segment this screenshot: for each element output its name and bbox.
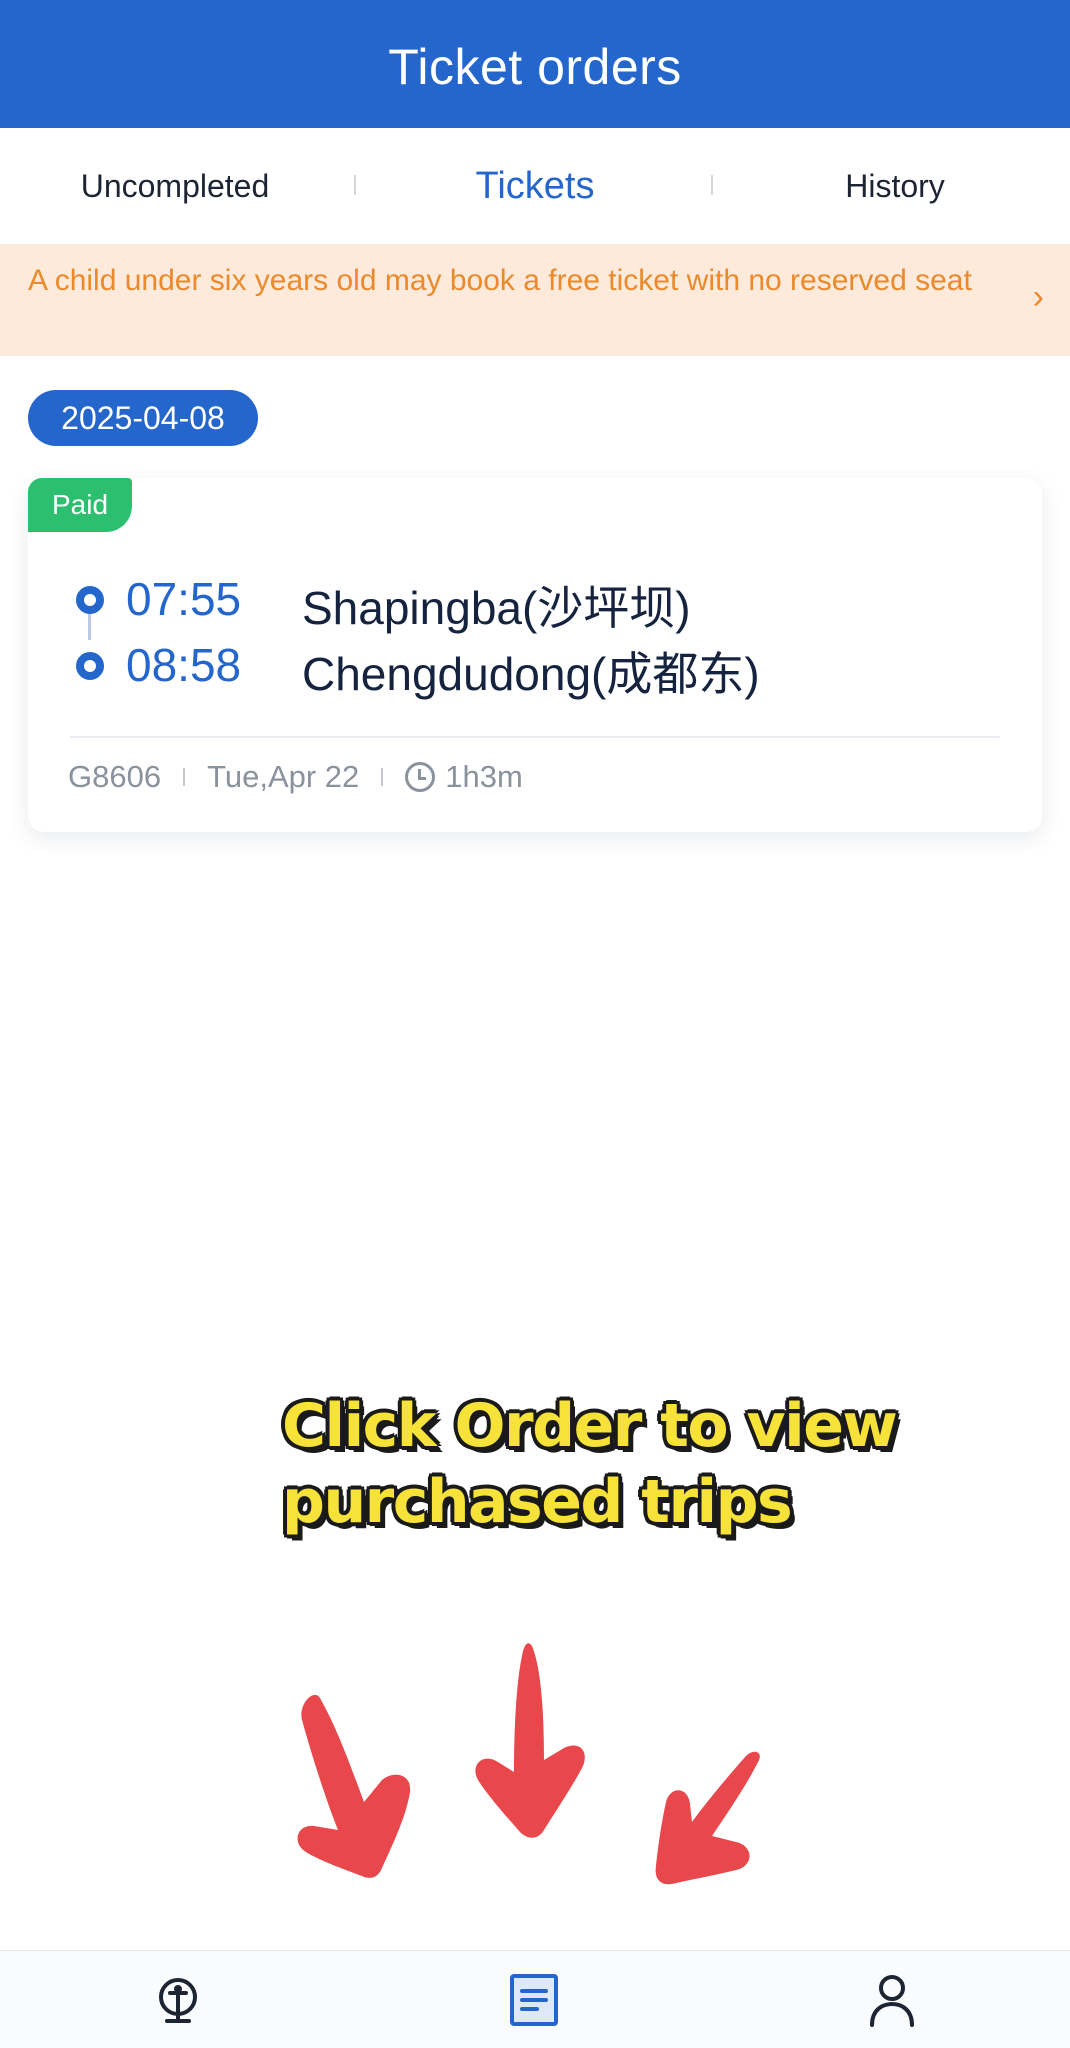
- status-badge: Paid: [28, 478, 132, 532]
- tab-uncompleted[interactable]: Uncompleted: [40, 128, 310, 244]
- train-number: G8606: [68, 759, 162, 794]
- order-date-badge: 2025-04-08: [28, 390, 258, 446]
- bottom-nav: [0, 1950, 1070, 2048]
- nav-profile[interactable]: [832, 1951, 952, 2048]
- trip-meta: G8606 Tue,Apr 22 1h3m: [68, 752, 523, 802]
- arrival-dot-icon: [76, 652, 104, 680]
- page-title: Ticket orders: [388, 39, 682, 95]
- arrival-time: 08:58: [126, 639, 242, 691]
- nav-train[interactable]: [118, 1951, 238, 2048]
- order-tabs: Uncompleted Tickets History: [0, 128, 1070, 244]
- nav-orders[interactable]: [474, 1951, 594, 2048]
- caption-line-2: purchased trips: [282, 1467, 793, 1537]
- tab-tickets-label: Tickets: [475, 164, 595, 207]
- profile-icon: [870, 1975, 914, 2027]
- tab-divider: [354, 175, 356, 195]
- tutorial-caption: Click Order to view purchased trips: [282, 1388, 1022, 1540]
- meta-divider: [381, 768, 384, 786]
- tab-history-label: History: [845, 167, 945, 204]
- red-arrow-icon: [475, 1643, 585, 1838]
- tab-tickets[interactable]: Tickets: [400, 128, 670, 244]
- meta-divider: [183, 768, 186, 786]
- red-arrow-icon: [297, 1694, 411, 1878]
- notice-text: A child under six years old may book a f…: [28, 264, 972, 297]
- tab-divider: [711, 175, 713, 195]
- trip-duration: 1h3m: [445, 759, 523, 794]
- card-divider: [70, 736, 1000, 738]
- departure-dot-icon: [76, 586, 104, 614]
- train-icon: [159, 1978, 197, 2023]
- departure-time: 07:55: [126, 573, 242, 625]
- chevron-right-icon: ›: [1032, 278, 1044, 316]
- ticket-orders-screen: Ticket orders Uncompleted Tickets Histor…: [0, 0, 1070, 2048]
- caption-line-1: Click Order to view: [282, 1391, 898, 1461]
- tab-history[interactable]: History: [760, 128, 1030, 244]
- app-header: Ticket orders: [0, 0, 1070, 128]
- travel-date: Tue,Apr 22: [207, 759, 360, 794]
- tab-uncompleted-label: Uncompleted: [80, 167, 270, 204]
- clock-icon: [405, 762, 436, 792]
- ticket-card[interactable]: Paid 07:55 Shapingba(沙坪坝) 08:58 Chengdud…: [28, 478, 1042, 832]
- departure-station: Shapingba(沙坪坝): [302, 582, 691, 634]
- child-ticket-notice[interactable]: A child under six years old may book a f…: [0, 244, 1070, 356]
- red-arrow-icon: [655, 1751, 760, 1885]
- arrival-station: Chengdudong(成都东): [302, 648, 760, 700]
- orders-icon: [510, 1974, 558, 2026]
